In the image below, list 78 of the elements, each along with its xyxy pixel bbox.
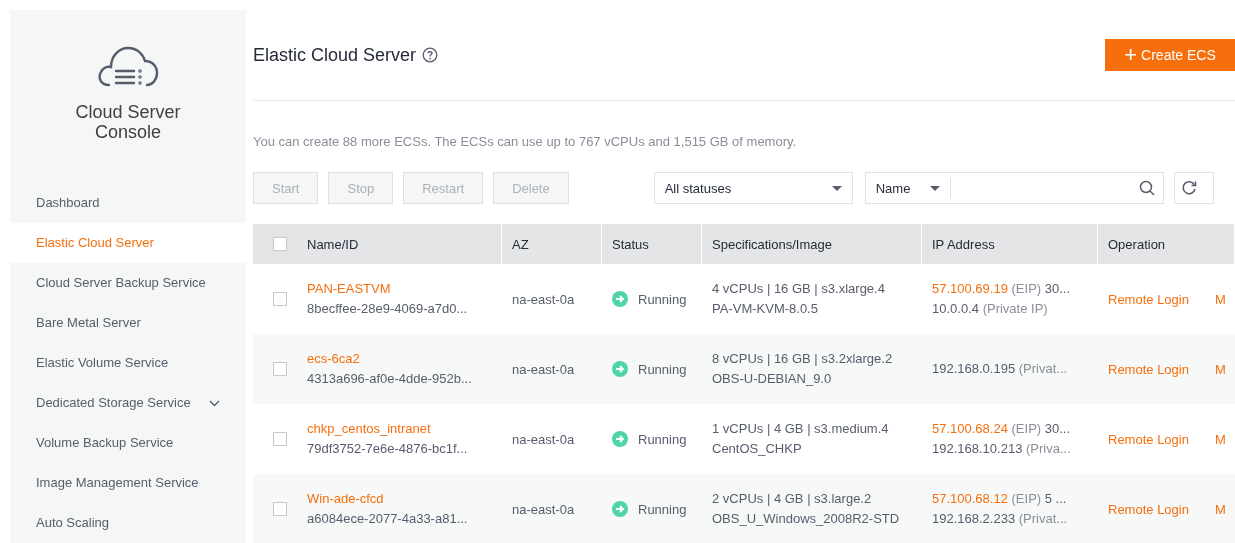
operation-link[interactable]: Remote Login xyxy=(1108,501,1189,517)
console-title: Cloud Server xyxy=(75,102,181,122)
ip-address: 57.100.68.24 (EIP) 30... xyxy=(932,420,1071,438)
running-status-icon xyxy=(612,291,628,307)
cloud-list-icon xyxy=(97,44,159,88)
running-status-icon xyxy=(612,501,628,517)
running-status-icon xyxy=(612,431,628,447)
ip-address: 192.168.10.213 (Priva... xyxy=(932,440,1071,458)
image-text: OBS-U-DEBIAN_9.0 xyxy=(712,370,833,388)
checkbox[interactable] xyxy=(273,292,287,306)
ip-address: 57.100.68.12 (EIP) 5 ... xyxy=(932,490,1068,508)
az-cell: na-east-0a xyxy=(512,361,575,377)
sidebar-item[interactable]: Dedicated Storage Service xyxy=(10,383,246,423)
server-name-link[interactable]: Win-ade-cfcd xyxy=(307,489,468,509)
az-cell: na-east-0a xyxy=(512,501,575,517)
az-cell: na-east-0a xyxy=(512,431,575,447)
server-id: 4313a696-af0e-4dde-952b... xyxy=(307,370,472,388)
az-cell: na-east-0a xyxy=(512,291,575,307)
dropdown-arrow-icon xyxy=(930,185,941,191)
column-header[interactable]: Status xyxy=(602,224,702,264)
create-ecs-button[interactable]: + Create ECS xyxy=(1105,39,1235,71)
running-status-icon xyxy=(612,361,628,377)
ip-address: 192.168.2.233 (Privat... xyxy=(932,510,1068,528)
status-label: Running xyxy=(638,431,687,447)
sidebar-item[interactable]: Auto Scaling xyxy=(10,503,246,543)
status-label: Running xyxy=(638,501,687,517)
server-name-link[interactable]: ecs-6ca2 xyxy=(307,349,472,369)
ip-address: 192.168.0.195 (Privat... xyxy=(932,360,1068,378)
operation-link[interactable]: Remote Login xyxy=(1108,361,1189,377)
column-header[interactable]: Operation xyxy=(1098,224,1235,264)
status-label: Running xyxy=(638,361,687,377)
refresh-icon xyxy=(1180,180,1197,196)
sidebar-item[interactable]: Elastic Volume Service xyxy=(10,343,246,383)
select-all-checkbox[interactable] xyxy=(273,237,287,251)
page-title: Elastic Cloud Server xyxy=(253,44,417,66)
column-header[interactable]: AZ xyxy=(502,224,602,264)
operation-link[interactable]: M xyxy=(1214,361,1226,377)
sidebar-item[interactable]: Image Management Service xyxy=(10,463,246,503)
sidebar-item[interactable]: Bare Metal Server xyxy=(10,303,246,343)
checkbox[interactable] xyxy=(273,362,287,376)
ip-address: 10.0.0.4 (Private IP) xyxy=(932,300,1049,318)
quota-info: You can create 88 more ECSs. The ECSs can use up to 767 vCPUs and 1,515 GB of memory. xyxy=(253,133,798,151)
ip-address: 57.100.69.19 (EIP) 30... xyxy=(932,280,1071,298)
spec-text: 4 vCPUs | 16 GB | s3.xlarge.4 xyxy=(712,280,885,298)
column-header[interactable]: IP Address xyxy=(922,224,1098,264)
image-text: PA-VM-KVM-8.0.5 xyxy=(712,300,819,318)
help-icon[interactable] xyxy=(422,47,439,63)
column-header[interactable]: Name/ID xyxy=(253,224,502,264)
operation-link[interactable]: Remote Login xyxy=(1108,291,1189,307)
spec-text: 2 vCPUs | 4 GB | s3.large.2 xyxy=(712,490,873,508)
status-label: Running xyxy=(638,291,687,307)
server-name-link[interactable]: PAN-EASTVM xyxy=(307,279,468,299)
sidebar-item[interactable]: Dashboard xyxy=(10,183,246,223)
operation-link[interactable]: M xyxy=(1214,431,1226,447)
server-id: a6084ece-2077-4a33-a81... xyxy=(307,510,468,528)
search-icon[interactable] xyxy=(1138,180,1155,196)
dropdown-arrow-icon xyxy=(831,185,842,191)
operation-link[interactable]: M xyxy=(1214,501,1226,517)
checkbox[interactable] xyxy=(273,502,287,516)
server-id: 79df3752-7e6e-4876-bc1f... xyxy=(307,440,468,458)
operation-link[interactable]: Remote Login xyxy=(1108,431,1189,447)
checkbox[interactable] xyxy=(273,432,287,446)
search-field[interactable]: Name xyxy=(864,172,1164,204)
sidebar-item[interactable]: Cloud Server Backup Service xyxy=(10,263,246,303)
status-dropdown[interactable]: All statuses xyxy=(653,172,853,204)
refresh-button[interactable] xyxy=(1173,172,1214,204)
console-title: Console xyxy=(93,122,162,142)
server-id: 8becffee-28e9-4069-a7d0... xyxy=(307,300,468,318)
sidebar-item-label: Dedicated Storage Service xyxy=(36,394,191,412)
server-name-link[interactable]: chkp_centos_intranet xyxy=(307,419,468,439)
spec-text: 8 vCPUs | 16 GB | s3.2xlarge.2 xyxy=(712,350,893,368)
column-header[interactable]: Specifications/Image xyxy=(702,224,922,264)
sidebar-item[interactable]: Elastic Cloud Server xyxy=(10,223,246,263)
image-text: OBS_U_Windows_2008R2-STD xyxy=(712,510,900,528)
operation-link[interactable]: M xyxy=(1214,291,1226,307)
sidebar-item[interactable]: Volume Backup Service xyxy=(10,423,246,463)
image-text: CentOS_CHKP xyxy=(712,440,803,458)
spec-text: 1 vCPUs | 4 GB | s3.medium.4 xyxy=(712,420,889,438)
